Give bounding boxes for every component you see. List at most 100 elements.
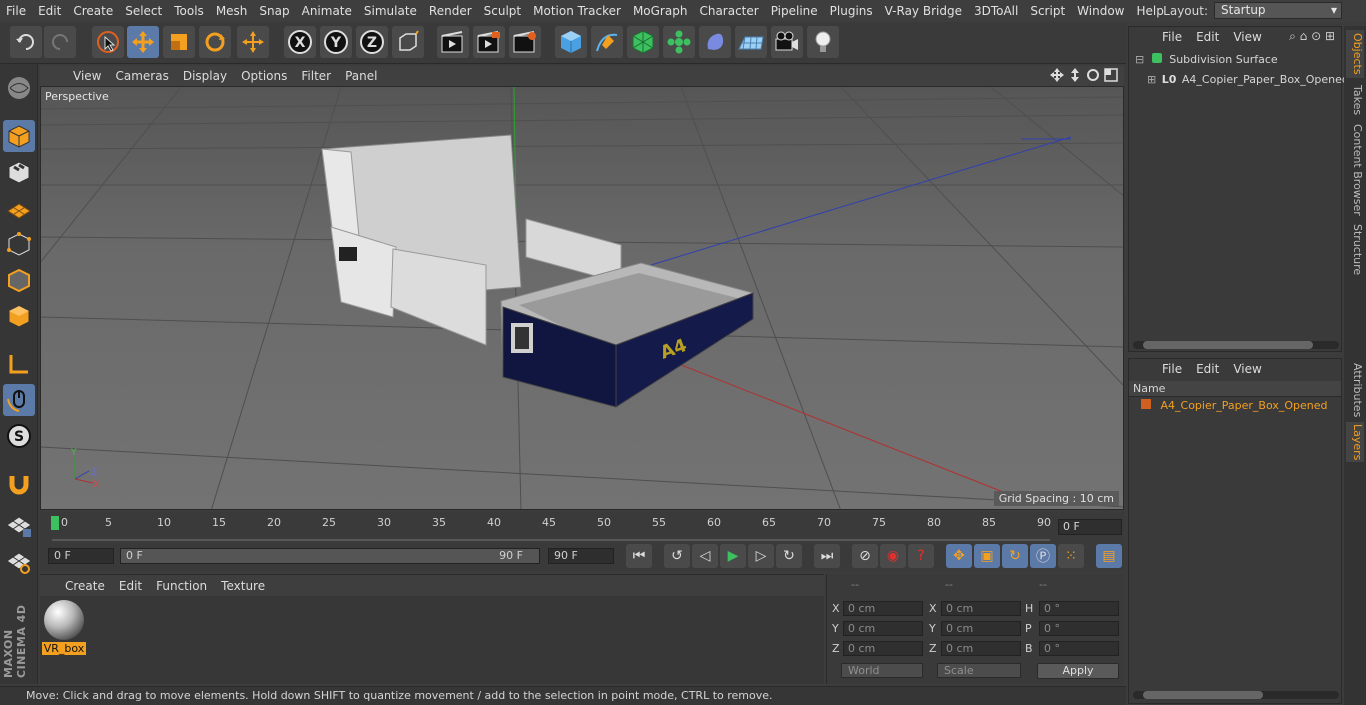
position-z-field[interactable]: 0 cm bbox=[843, 641, 923, 656]
object-row-box[interactable]: ⊞ L0 A4_Copier_Paper_Box_Opened bbox=[1147, 73, 1349, 86]
size-x-field[interactable]: 0 cm bbox=[941, 601, 1021, 616]
layers-column-name[interactable]: Name bbox=[1129, 381, 1341, 397]
floor-object-icon[interactable] bbox=[735, 26, 767, 58]
subdivision-surface-icon[interactable] bbox=[627, 26, 659, 58]
snapping-icon[interactable]: S bbox=[3, 420, 35, 452]
make-editable-icon[interactable] bbox=[3, 72, 35, 104]
keyframe-selection-icon[interactable]: ? bbox=[908, 544, 934, 568]
viewport-menu-panel[interactable]: Panel bbox=[338, 69, 384, 83]
menu-file[interactable]: File bbox=[0, 0, 32, 22]
coordinate-system-icon[interactable] bbox=[392, 26, 424, 58]
previous-frame-icon[interactable]: ◁ bbox=[692, 544, 718, 568]
workplane-lock-icon[interactable] bbox=[3, 510, 35, 542]
current-frame-field[interactable]: 0 F bbox=[1058, 519, 1122, 535]
menu-mesh[interactable]: Mesh bbox=[210, 0, 254, 22]
viewport-menu-view[interactable]: View bbox=[66, 69, 108, 83]
render-picture-viewer-icon[interactable] bbox=[473, 26, 505, 58]
coordinate-mode-dropdown[interactable]: World bbox=[841, 663, 923, 678]
magnet-icon[interactable] bbox=[3, 468, 35, 500]
key-pla-icon[interactable]: ⁙ bbox=[1058, 544, 1084, 568]
material-menu-create[interactable]: Create bbox=[58, 579, 112, 593]
layers-menu-file[interactable]: File bbox=[1155, 362, 1189, 376]
next-frame-icon[interactable]: ▷ bbox=[748, 544, 774, 568]
scale-tool-icon[interactable] bbox=[163, 26, 195, 58]
rotate-tool-icon[interactable] bbox=[199, 26, 231, 58]
light-icon[interactable] bbox=[807, 26, 839, 58]
object-row-subdivision[interactable]: ⊟ Subdivision Surface bbox=[1135, 53, 1278, 66]
scrollbar-thumb[interactable] bbox=[1143, 691, 1263, 699]
menu-create[interactable]: Create bbox=[67, 0, 119, 22]
workplane-grid-icon[interactable] bbox=[3, 546, 35, 578]
key-scale-icon[interactable]: ▣ bbox=[974, 544, 1000, 568]
layers-menu-view[interactable]: View bbox=[1226, 362, 1268, 376]
next-key-icon[interactable]: ↻ bbox=[776, 544, 802, 568]
redo-icon[interactable] bbox=[44, 26, 76, 58]
menu-snap[interactable]: Snap bbox=[253, 0, 295, 22]
transform-tool-icon[interactable] bbox=[237, 26, 269, 58]
menu-pipeline[interactable]: Pipeline bbox=[765, 0, 824, 22]
y-axis-lock-icon[interactable]: Y bbox=[320, 26, 352, 58]
apply-button[interactable]: Apply bbox=[1037, 663, 1119, 679]
previous-key-icon[interactable]: ↺ bbox=[664, 544, 690, 568]
menu-simulate[interactable]: Simulate bbox=[358, 0, 423, 22]
material-menu-edit[interactable]: Edit bbox=[112, 579, 149, 593]
layers-horizontal-scrollbar[interactable] bbox=[1133, 691, 1339, 699]
size-y-field[interactable]: 0 cm bbox=[941, 621, 1021, 636]
cloner-icon[interactable] bbox=[663, 26, 695, 58]
tab-content-browser[interactable]: Content Browser bbox=[1346, 122, 1364, 218]
menu-script[interactable]: Script bbox=[1024, 0, 1071, 22]
model-mode-icon[interactable] bbox=[3, 120, 35, 152]
menu-character[interactable]: Character bbox=[693, 0, 764, 22]
layer-color-swatch[interactable] bbox=[1141, 399, 1151, 409]
menu-plugins[interactable]: Plugins bbox=[824, 0, 879, 22]
frame-range-slider[interactable]: 0 F 90 F bbox=[120, 548, 540, 564]
key-rotation-icon[interactable]: ↻ bbox=[1002, 544, 1028, 568]
menu-mograph[interactable]: MoGraph bbox=[627, 0, 694, 22]
tab-takes[interactable]: Takes bbox=[1346, 82, 1364, 118]
objects-horizontal-scrollbar[interactable] bbox=[1133, 341, 1339, 349]
objects-menu-view[interactable]: View bbox=[1226, 30, 1268, 44]
viewport-menu-cameras[interactable]: Cameras bbox=[108, 69, 175, 83]
cube-object-icon[interactable] bbox=[555, 26, 587, 58]
timeline-window-icon[interactable]: ▤ bbox=[1096, 544, 1122, 568]
move-tool-icon[interactable] bbox=[127, 26, 159, 58]
material-name[interactable]: VR_box bbox=[42, 642, 86, 655]
rotation-h-field[interactable]: 0 ° bbox=[1039, 601, 1119, 616]
points-mode-icon[interactable] bbox=[3, 228, 35, 260]
layers-menu-edit[interactable]: Edit bbox=[1189, 362, 1226, 376]
x-axis-lock-icon[interactable]: X bbox=[284, 26, 316, 58]
undo-icon[interactable] bbox=[10, 26, 42, 58]
tab-attributes[interactable]: Attributes bbox=[1346, 362, 1364, 418]
objects-menu-edit[interactable]: Edit bbox=[1189, 30, 1226, 44]
menu-tools[interactable]: Tools bbox=[168, 0, 210, 22]
objects-toolbar-icons[interactable]: ⌕ ⌂ ⊙ ⊞ bbox=[1289, 29, 1335, 44]
layer-row[interactable]: A4_Copier_Paper_Box_Opened bbox=[1141, 399, 1328, 412]
enable-axis-icon[interactable] bbox=[3, 348, 35, 380]
perspective-viewport[interactable]: A4 Y Z X Perspective Grid Spacing : 10 c… bbox=[40, 86, 1124, 510]
viewport-menu-display[interactable]: Display bbox=[176, 69, 234, 83]
menu-window[interactable]: Window bbox=[1071, 0, 1130, 22]
menu-vray-bridge[interactable]: V-Ray Bridge bbox=[879, 0, 968, 22]
timeline-ruler[interactable]: 0 5 10 15 20 25 30 35 40 45 50 55 60 65 … bbox=[40, 512, 1124, 542]
material-preview-sphere[interactable] bbox=[44, 600, 84, 640]
render-view-icon[interactable] bbox=[437, 26, 469, 58]
rotation-p-field[interactable]: 0 ° bbox=[1039, 621, 1119, 636]
expand-icon[interactable]: ⊟ bbox=[1135, 53, 1144, 66]
key-parameter-icon[interactable]: Ⓟ bbox=[1030, 544, 1056, 568]
menu-render[interactable]: Render bbox=[423, 0, 478, 22]
camera-icon[interactable] bbox=[771, 26, 803, 58]
menu-motion-tracker[interactable]: Motion Tracker bbox=[527, 0, 627, 22]
render-settings-icon[interactable] bbox=[509, 26, 541, 58]
texture-mode-icon[interactable] bbox=[3, 156, 35, 188]
key-position-icon[interactable]: ✥ bbox=[946, 544, 972, 568]
menu-edit[interactable]: Edit bbox=[32, 0, 67, 22]
position-y-field[interactable]: 0 cm bbox=[843, 621, 923, 636]
tab-layers[interactable]: Layers bbox=[1346, 422, 1364, 462]
play-icon[interactable]: ▶ bbox=[720, 544, 746, 568]
tab-structure[interactable]: Structure bbox=[1346, 222, 1364, 278]
end-frame-field[interactable]: 90 F bbox=[548, 548, 614, 564]
scrollbar-thumb[interactable] bbox=[1143, 341, 1313, 349]
record-disabled-icon[interactable]: ⊘ bbox=[852, 544, 878, 568]
material-menu-function[interactable]: Function bbox=[149, 579, 214, 593]
live-selection-icon[interactable] bbox=[92, 26, 124, 58]
